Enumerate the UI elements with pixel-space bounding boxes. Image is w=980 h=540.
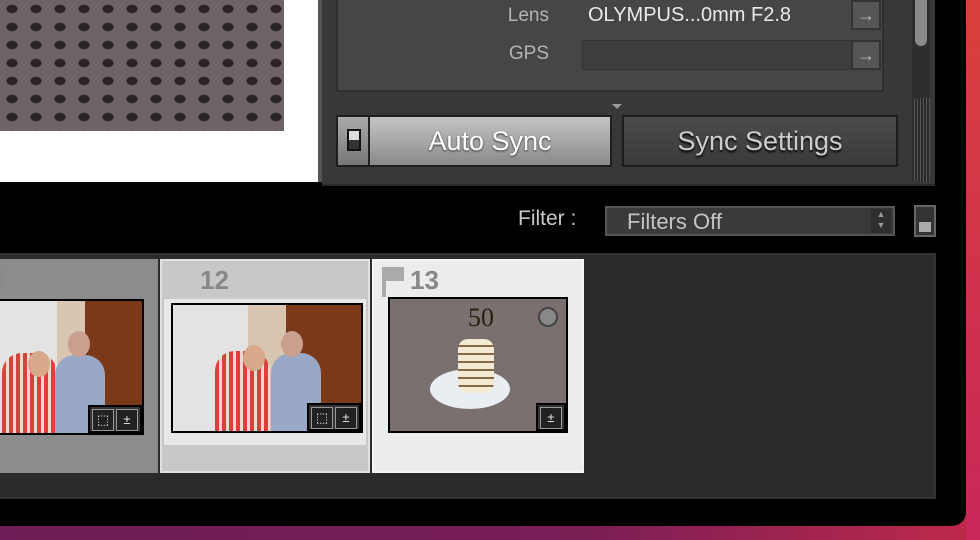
updown-arrows-icon: ▲ ▼ bbox=[871, 209, 891, 233]
cell-number: 13 bbox=[410, 265, 439, 295]
auto-sync-button[interactable]: Auto Sync bbox=[336, 115, 612, 167]
right-panel: Lens OLYMPUS...0mm F2.8 → GPS → Auto Syn… bbox=[322, 0, 935, 186]
scrollbar-thumb[interactable] bbox=[915, 0, 927, 46]
filter-select[interactable]: Filters Off ▲ ▼ bbox=[605, 206, 895, 236]
filter-lock-toggle[interactable] bbox=[914, 205, 936, 237]
collapse-triangle-icon[interactable] bbox=[612, 104, 622, 109]
flag-icon[interactable] bbox=[382, 267, 404, 297]
lens-label: Lens bbox=[507, 5, 549, 26]
loupe-view bbox=[0, 0, 318, 182]
develop-adjust-icon: ± bbox=[335, 407, 357, 429]
cake-topper-text: 50 bbox=[468, 303, 494, 332]
filter-label: Filter : bbox=[518, 207, 577, 230]
gps-arrow-button[interactable]: → bbox=[851, 40, 881, 70]
gps-label: GPS bbox=[508, 43, 549, 64]
cell-number: 12 bbox=[200, 265, 229, 295]
filmstrip: 1 ⬚ ± 12 ⬚ ± 13 50 ± bbox=[0, 253, 936, 499]
develop-adjust-icon: ± bbox=[540, 407, 562, 429]
sync-settings-button[interactable]: Sync Settings bbox=[622, 115, 898, 167]
lightroom-window: Lens OLYMPUS...0mm F2.8 → GPS → Auto Syn… bbox=[0, 0, 966, 526]
crop-icon: ⬚ bbox=[92, 409, 114, 431]
filmstrip-cell[interactable]: 1 ⬚ ± bbox=[0, 259, 158, 473]
thumbnail[interactable]: 50 ± bbox=[388, 297, 568, 433]
thumbnail[interactable]: ⬚ ± bbox=[171, 303, 363, 433]
main-photo bbox=[0, 0, 284, 131]
thumbnail-badges[interactable]: ⬚ ± bbox=[307, 403, 361, 431]
metadata-panel: Lens OLYMPUS...0mm F2.8 → GPS → bbox=[336, 0, 884, 92]
desktop-background bbox=[966, 0, 980, 540]
filter-value: Filters Off bbox=[627, 209, 722, 234]
resize-grip[interactable] bbox=[914, 98, 930, 182]
circle-icon[interactable] bbox=[538, 307, 558, 327]
gps-field[interactable] bbox=[582, 40, 854, 70]
switch-icon bbox=[919, 222, 931, 232]
cell-number: 1 bbox=[0, 263, 9, 293]
lens-value: OLYMPUS...0mm F2.8 bbox=[588, 4, 792, 26]
toggle-switch-icon bbox=[347, 129, 361, 151]
thumbnail-badges[interactable]: ± bbox=[536, 403, 566, 431]
crop-icon: ⬚ bbox=[311, 407, 333, 429]
thumbnail-badges[interactable]: ⬚ ± bbox=[88, 405, 142, 433]
auto-sync-toggle[interactable] bbox=[338, 117, 370, 165]
thumbnail[interactable]: ⬚ ± bbox=[0, 299, 144, 435]
lens-arrow-button[interactable]: → bbox=[851, 0, 881, 30]
develop-adjust-icon: ± bbox=[116, 409, 138, 431]
filmstrip-cell[interactable]: 12 ⬚ ± bbox=[160, 259, 370, 473]
auto-sync-label: Auto Sync bbox=[428, 126, 552, 156]
filmstrip-cell[interactable]: 13 50 ± bbox=[372, 259, 584, 473]
